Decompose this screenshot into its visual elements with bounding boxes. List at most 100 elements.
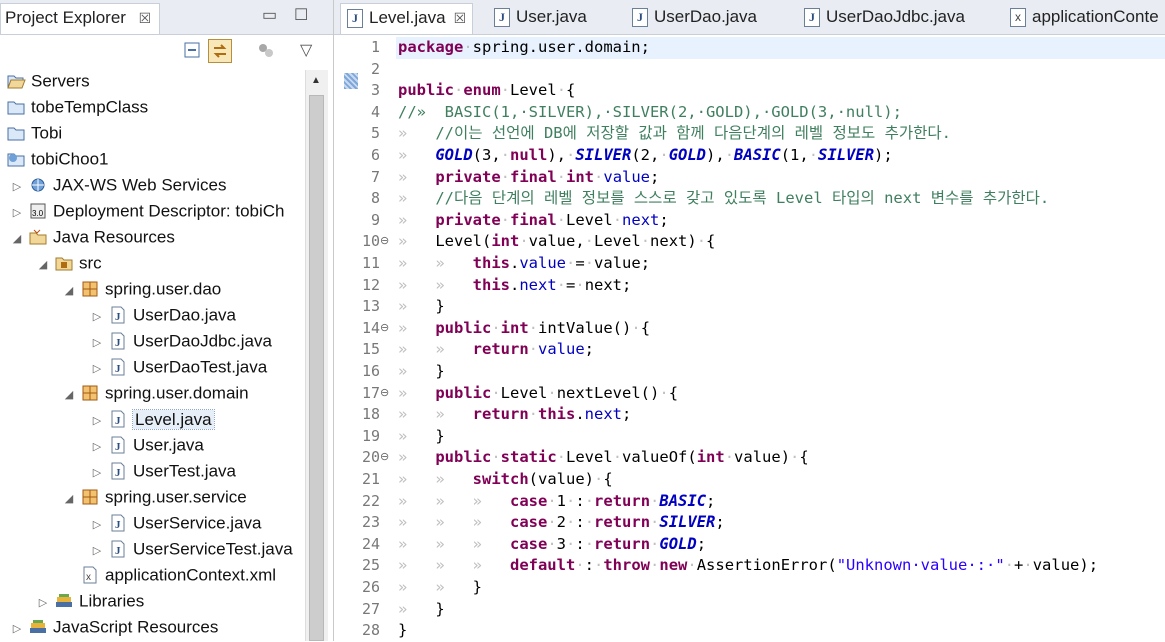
- code-line[interactable]: » public·Level·nextLevel()·{: [396, 383, 678, 405]
- tree-item[interactable]: ◢ src: [36, 250, 102, 276]
- minimize-icon[interactable]: ▭: [262, 5, 277, 25]
- tree-item[interactable]: ▷ JavaScript Resources: [10, 614, 219, 641]
- close-icon[interactable]: ☒: [139, 10, 152, 26]
- tree-item[interactable]: ◢ spring.user.domain: [62, 380, 249, 406]
- link-with-editor-button[interactable]: [208, 39, 232, 63]
- code-line[interactable]: [396, 59, 398, 81]
- code-line[interactable]: » » return·this.next;: [396, 404, 631, 426]
- expand-arrow-icon[interactable]: ▷: [90, 512, 104, 538]
- maximize-icon[interactable]: ☐: [294, 5, 308, 25]
- code-line[interactable]: » » » case·3·:·return·GOLD;: [396, 534, 706, 556]
- code-line[interactable]: » }: [396, 599, 445, 621]
- expand-arrow-icon[interactable]: ▷: [90, 538, 104, 564]
- code-line[interactable]: }: [396, 620, 407, 642]
- tree-item[interactable]: ▷ J UserDaoTest.java: [90, 354, 267, 380]
- tree-item-label: Servers: [31, 71, 90, 91]
- code-line[interactable]: » GOLD(3,·null),·SILVER(2,·GOLD),·BASIC(…: [396, 145, 893, 167]
- code-line[interactable]: » » this.value·=·value;: [396, 253, 650, 275]
- code-line[interactable]: » » this.next·=·next;: [396, 275, 631, 297]
- fold-toggle-icon[interactable]: ⊖: [380, 231, 389, 253]
- fold-toggle-icon[interactable]: ⊖: [380, 318, 389, 340]
- tree-item[interactable]: ▷ J User.java: [90, 432, 204, 458]
- view-menu-icon[interactable]: ▽: [300, 40, 312, 60]
- code-line[interactable]: » //다음 단계의 레벨 정보를 스스로 갖고 있도록 Level 타입의 n…: [396, 188, 1049, 210]
- tree-item[interactable]: ▷ J UserServiceTest.java: [90, 536, 293, 562]
- editor-tab[interactable]: x applicationConte: [1010, 3, 1159, 34]
- tree-item[interactable]: ▷ J UserDao.java: [90, 302, 236, 328]
- tree-item[interactable]: ▷ 3.0 Deployment Descriptor: tobiCh: [10, 198, 285, 226]
- code-line[interactable]: » //이는 선언에 DB에 저장할 값과 함께 다음단계의 레벨 정보도 추가…: [396, 123, 951, 145]
- code-line[interactable]: » Level(int·value,·Level·next)·{: [396, 231, 715, 253]
- tree-item[interactable]: ▷ J UserService.java: [90, 510, 262, 536]
- code-token: ·: [640, 232, 651, 251]
- collapse-all-button[interactable]: [180, 39, 204, 63]
- tree-item[interactable]: ◢ spring.user.dao: [62, 276, 221, 302]
- code-token: "Unknown·value·:·": [836, 556, 1005, 575]
- explorer-scrollbar[interactable]: ▲: [305, 70, 328, 641]
- collapse-arrow-icon[interactable]: ◢: [36, 252, 50, 278]
- code-line[interactable]: public·enum·Level·{: [396, 80, 575, 102]
- code-token: SILVER: [575, 146, 632, 164]
- tree-item[interactable]: tobeTempClass: [2, 94, 148, 120]
- code-token: ·: [463, 38, 473, 56]
- code-token: » » »: [398, 513, 510, 532]
- tree-item[interactable]: ▷ Libraries: [36, 588, 144, 614]
- code-token: (2,: [631, 146, 660, 164]
- code-line[interactable]: //» BASIC(1,·SILVER),·SILVER(2,·GOLD),·G…: [396, 102, 902, 124]
- tree-item[interactable]: x applicationContext.xml: [62, 562, 276, 588]
- code-token: ·: [593, 470, 604, 488]
- code-line[interactable]: » public·int·intValue()·{: [396, 318, 650, 340]
- code-line[interactable]: » » return·value;: [396, 339, 594, 361]
- tree-item[interactable]: Servers: [2, 68, 90, 94]
- fold-toggle-icon[interactable]: ⊖: [380, 383, 389, 405]
- code-line[interactable]: » private·final·int·value;: [396, 167, 659, 189]
- tree-item[interactable]: ◢ Java Resources: [10, 224, 175, 250]
- code-line[interactable]: » }: [396, 426, 445, 448]
- code-line[interactable]: » public·static·Level·valueOf(int·value)…: [396, 447, 809, 469]
- code-line[interactable]: » » » case·2·:·return·SILVER;: [396, 512, 725, 534]
- code-area[interactable]: package·spring.user.domain; public·enum·L…: [396, 35, 1165, 641]
- expand-arrow-icon[interactable]: ▷: [10, 616, 24, 641]
- editor-tab[interactable]: J UserDao.java: [632, 3, 757, 34]
- expand-arrow-icon[interactable]: ▷: [10, 200, 24, 226]
- fold-toggle-icon[interactable]: ⊖: [380, 447, 389, 469]
- collapse-arrow-icon[interactable]: ◢: [62, 278, 76, 304]
- tab-project-explorer[interactable]: Project Explorer ☒: [0, 3, 160, 34]
- code-token: Level: [510, 81, 557, 100]
- tree-item[interactable]: Tobi: [2, 120, 62, 146]
- code-line[interactable]: » }: [396, 361, 445, 383]
- expand-arrow-icon[interactable]: ▷: [90, 434, 104, 460]
- code-line[interactable]: » }: [396, 296, 445, 318]
- expand-arrow-icon[interactable]: ▷: [90, 356, 104, 382]
- tree-item[interactable]: ▷ J Level.java: [90, 406, 215, 434]
- code-line[interactable]: package·spring.user.domain;: [396, 37, 1165, 59]
- code-line[interactable]: » » switch(value)·{: [396, 469, 613, 491]
- expand-arrow-icon[interactable]: ▷: [36, 590, 50, 616]
- close-tab-icon[interactable]: ☒: [454, 10, 467, 26]
- editor-tab[interactable]: J User.java: [494, 3, 587, 34]
- editor-tab[interactable]: J UserDaoJdbc.java: [804, 3, 965, 34]
- tree-item[interactable]: tobiChoo1: [2, 146, 109, 172]
- code-line[interactable]: » » » default·:·throw·new·AssertionError…: [396, 555, 1098, 577]
- code-line[interactable]: » private·final·Level·next;: [396, 210, 669, 232]
- expand-arrow-icon[interactable]: ▷: [10, 174, 24, 200]
- code-token: (3,: [472, 146, 501, 164]
- scrollbar-thumb[interactable]: [309, 95, 324, 641]
- tree-item[interactable]: ▷ JAX-WS Web Services: [10, 172, 227, 198]
- scroll-up-icon[interactable]: ▲: [311, 75, 321, 86]
- editor-tab[interactable]: J Level.java ☒: [340, 3, 474, 34]
- expand-arrow-icon[interactable]: ▷: [90, 408, 104, 434]
- code-token: nextLevel(): [556, 383, 660, 402]
- code-line[interactable]: » » » case·1·:·return·BASIC;: [396, 491, 715, 513]
- collapse-arrow-icon[interactable]: ◢: [62, 486, 76, 512]
- tree-item[interactable]: ▷ J UserDaoJdbc.java: [90, 328, 272, 354]
- expand-arrow-icon[interactable]: ▷: [90, 304, 104, 330]
- tree-item[interactable]: ◢ spring.user.service: [62, 484, 247, 510]
- collapse-arrow-icon[interactable]: ◢: [10, 226, 24, 252]
- focus-on-workset-button[interactable]: [254, 39, 278, 63]
- code-line[interactable]: » » }: [396, 577, 482, 599]
- expand-arrow-icon[interactable]: ▷: [90, 330, 104, 356]
- collapse-arrow-icon[interactable]: ◢: [62, 382, 76, 408]
- expand-arrow-icon[interactable]: ▷: [90, 460, 104, 486]
- tree-item[interactable]: ▷ J UserTest.java: [90, 458, 236, 484]
